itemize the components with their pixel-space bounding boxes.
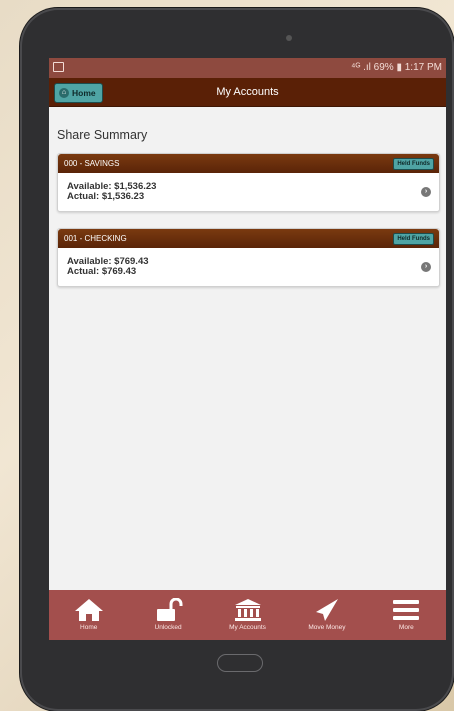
chevron-right-icon[interactable]: › xyxy=(421,262,431,272)
status-bar: ⁴ᴳ .ıl 69% ▮ 1:17 PM xyxy=(49,58,446,78)
account-name: 001 - CHECKING xyxy=(64,234,127,243)
account-name: 000 - SAVINGS xyxy=(64,159,120,168)
section-title: Share Summary xyxy=(57,128,148,142)
device-home-button[interactable] xyxy=(217,654,263,672)
account-card-checking[interactable]: 001 - CHECKING Held Funds Available: $76… xyxy=(57,228,440,287)
actual-balance: Actual: $769.43 xyxy=(67,266,137,277)
account-card-savings[interactable]: 000 - SAVINGS Held Funds Available: $1,5… xyxy=(57,153,440,212)
home-icon: ⌂ xyxy=(59,88,69,98)
account-card-header: 001 - CHECKING Held Funds xyxy=(58,229,439,248)
nav-label: Unlocked xyxy=(154,624,182,631)
held-funds-badge[interactable]: Held Funds xyxy=(393,233,434,245)
image-notification-icon xyxy=(53,62,64,72)
unlock-icon xyxy=(157,598,183,621)
held-funds-badge[interactable]: Held Funds xyxy=(393,158,434,170)
page-title: My Accounts xyxy=(216,86,279,98)
nav-home[interactable]: Home xyxy=(49,590,128,640)
nav-move-money[interactable]: Move Money xyxy=(287,590,366,640)
bank-icon xyxy=(234,599,261,621)
home-button-label: Home xyxy=(72,88,96,98)
account-card-body[interactable]: Available: $1,536.23 Actual: $1,536.23 › xyxy=(58,173,439,211)
available-balance: Available: $769.43 xyxy=(67,256,149,267)
nav-label: Move Money xyxy=(308,624,346,631)
nav-label: More xyxy=(398,624,414,631)
menu-icon xyxy=(393,600,420,620)
app-screen: ⁴ᴳ .ıl 69% ▮ 1:17 PM My Accounts ⌂ Home … xyxy=(49,58,446,640)
status-bar-info: ⁴ᴳ .ıl 69% ▮ 1:17 PM xyxy=(351,62,442,73)
nav-label: My Accounts xyxy=(229,624,266,631)
nav-label: Home xyxy=(80,624,98,631)
available-balance: Available: $1,536.23 xyxy=(67,181,157,192)
nav-more[interactable]: More xyxy=(367,590,446,640)
app-header: My Accounts ⌂ Home xyxy=(49,78,446,107)
tablet-frame: ⁴ᴳ .ıl 69% ▮ 1:17 PM My Accounts ⌂ Home … xyxy=(20,8,454,711)
actual-balance: Actual: $1,536.23 xyxy=(67,191,145,202)
paper-plane-icon xyxy=(315,599,338,621)
camera-dot xyxy=(286,35,292,41)
nav-my-accounts[interactable]: My Accounts xyxy=(208,590,287,640)
nav-unlocked[interactable]: Unlocked xyxy=(128,590,207,640)
account-card-header: 000 - SAVINGS Held Funds xyxy=(58,154,439,173)
home-button[interactable]: ⌂ Home xyxy=(54,83,103,103)
bottom-navigation: Home Unlocked My Accounts Move Money Mor… xyxy=(49,590,446,640)
chevron-right-icon[interactable]: › xyxy=(421,187,431,197)
home-icon xyxy=(74,599,103,621)
account-card-body[interactable]: Available: $769.43 Actual: $769.43 › xyxy=(58,248,439,286)
